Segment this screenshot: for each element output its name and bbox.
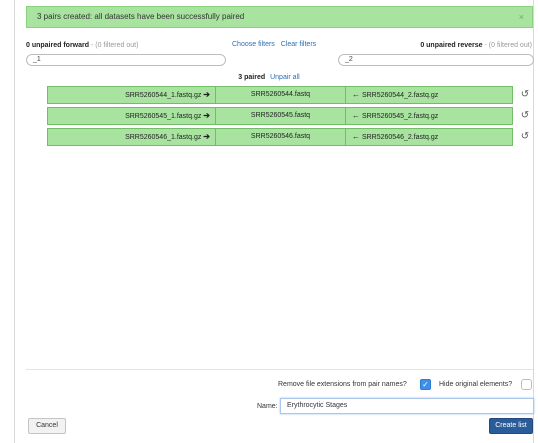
pair-reverse-name: SRR5260544_2.fastq.gz xyxy=(361,92,439,99)
arrow-right-icon: ➔ xyxy=(203,111,210,120)
arrow-left-icon: ← xyxy=(352,90,360,99)
arrow-left-icon: ← xyxy=(352,132,360,141)
pair-forward-cell: SRR5260545_1.fastq.gz ➔ xyxy=(48,108,216,124)
checkmark-icon: ✓ xyxy=(422,380,429,389)
alert-message: 3 pairs created: all datasets have been … xyxy=(37,12,245,21)
collection-name-input[interactable]: Erythrocytic Stages xyxy=(280,398,534,414)
unpaired-forward-title: 0 unpaired forward xyxy=(26,42,90,49)
pair-name-cell[interactable]: SRR5260544.fastq xyxy=(216,87,346,103)
success-alert: 3 pairs created: all datasets have been … xyxy=(26,6,533,28)
unpaired-reverse-title: 0 unpaired reverse xyxy=(420,42,483,49)
unpaired-forward-header: 0 unpaired forward - (0 filtered out) xyxy=(26,42,138,49)
pair-forward-name: SRR5260545_1.fastq.gz xyxy=(125,113,202,120)
remove-extensions-checkbox[interactable]: ✓ xyxy=(420,379,431,390)
arrow-right-icon: ➔ xyxy=(203,132,210,141)
paired-header: 3 paired Unpair all xyxy=(0,74,538,81)
pair-forward-cell: SRR5260544_1.fastq.gz ➔ xyxy=(48,87,216,103)
pair-reverse-cell: ← SRR5260545_2.fastq.gz xyxy=(346,108,512,124)
pair-row[interactable]: SRR5260544_1.fastq.gz ➔ SRR5260544.fastq… xyxy=(47,86,529,104)
pair-row[interactable]: SRR5260545_1.fastq.gz ➔ SRR5260545.fastq… xyxy=(47,107,529,125)
choose-filters-link[interactable]: Choose filters xyxy=(232,41,275,48)
pair-reverse-cell: ← SRR5260546_2.fastq.gz xyxy=(346,129,512,145)
pair-forward-cell: SRR5260546_1.fastq.gz ➔ xyxy=(48,129,216,145)
pair-name-cell[interactable]: SRR5260545.fastq xyxy=(216,108,346,124)
create-list-button[interactable]: Create list xyxy=(489,418,533,434)
pair-reverse-cell: ← SRR5260544_2.fastq.gz xyxy=(346,87,512,103)
paired-list: SRR5260544_1.fastq.gz ➔ SRR5260544.fastq… xyxy=(47,86,529,149)
pair-reverse-name: SRR5260546_2.fastq.gz xyxy=(361,134,439,141)
remove-extensions-label: Remove file extensions from pair names? xyxy=(278,381,407,388)
pair-row[interactable]: SRR5260546_1.fastq.gz ➔ SRR5260546.fastq… xyxy=(47,128,529,146)
unlink-icon[interactable]: ↺ xyxy=(519,110,531,122)
unpaired-reverse-header: 0 unpaired reverse - (0 filtered out) xyxy=(420,42,532,49)
paired-count: 3 paired xyxy=(238,74,266,81)
name-label: Name: xyxy=(257,403,278,410)
arrow-right-icon: ➔ xyxy=(203,90,210,99)
close-icon[interactable]: × xyxy=(519,7,524,27)
hide-original-checkbox[interactable] xyxy=(521,379,532,390)
hide-original-label: Hide original elements? xyxy=(439,381,513,388)
pair-forward-name: SRR5260546_1.fastq.gz xyxy=(125,134,202,141)
unlink-icon[interactable]: ↺ xyxy=(519,89,531,101)
pair-forward-name: SRR5260544_1.fastq.gz xyxy=(125,92,202,99)
pair-name-cell[interactable]: SRR5260546.fastq xyxy=(216,129,346,145)
pair-reverse-name: SRR5260545_2.fastq.gz xyxy=(361,113,439,120)
unlink-icon[interactable]: ↺ xyxy=(519,131,531,143)
forward-filtered-note: - (0 filtered out) xyxy=(90,42,139,49)
clear-filters-link[interactable]: Clear filters xyxy=(281,41,316,48)
arrow-left-icon: ← xyxy=(352,111,360,120)
filter-links: Choose filters Clear filters xyxy=(232,41,320,48)
modal-right-border xyxy=(533,0,534,443)
reverse-filter-input[interactable]: _2 xyxy=(338,54,534,66)
forward-filter-input[interactable]: _1 xyxy=(26,54,226,66)
footer-divider xyxy=(26,369,533,370)
cancel-button[interactable]: Cancel xyxy=(28,418,66,434)
unpair-all-link[interactable]: Unpair all xyxy=(270,74,300,81)
reverse-filtered-note: - (0 filtered out) xyxy=(484,42,532,49)
modal-left-border xyxy=(14,0,15,443)
